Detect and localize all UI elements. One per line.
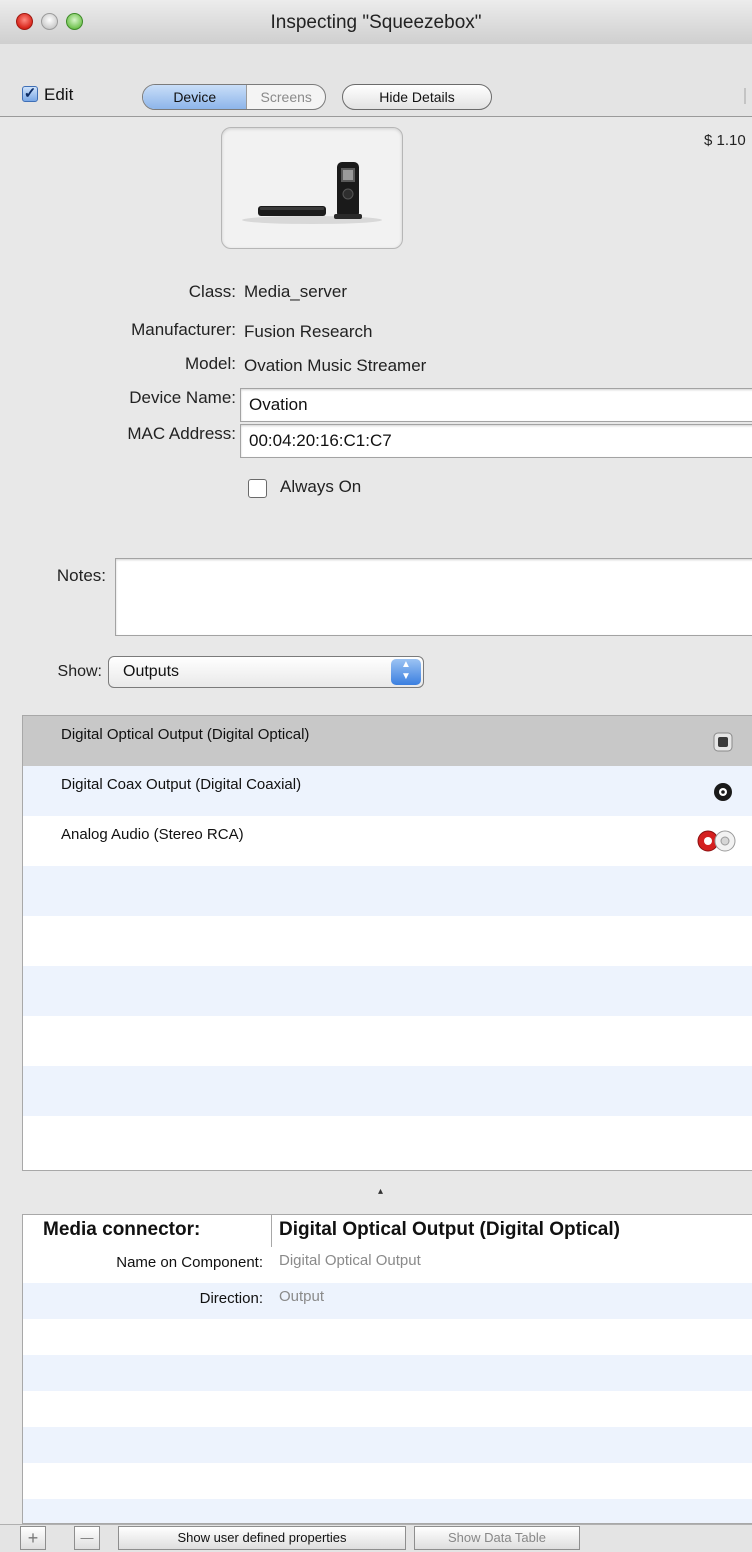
table-empty-row	[23, 1499, 752, 1523]
mac-address-field[interactable]: 00:04:20:16:C1:C7	[240, 424, 752, 458]
device-name-label: Device Name:	[129, 388, 236, 407]
table-empty-row	[23, 1463, 752, 1499]
class-label: Class:	[188, 282, 236, 301]
device-image-well[interactable]	[221, 127, 403, 249]
show-user-defined-properties-button[interactable]: Show user defined properties	[118, 1526, 406, 1550]
optical-connector-icon	[713, 732, 733, 752]
table-row[interactable]: Name on Component: Digital Optical Outpu…	[23, 1247, 752, 1283]
split-view-handle-icon[interactable]: ▴	[378, 1186, 383, 1197]
show-popup-button[interactable]: Outputs ▲ ▼	[108, 656, 424, 688]
list-item[interactable]: Digital Coax Output (Digital Coaxial)	[23, 766, 752, 816]
property-value[interactable]: Digital Optical Output	[279, 1252, 421, 1269]
list-item[interactable]: Analog Audio (Stereo RCA)	[23, 816, 752, 866]
show-selected-value: Outputs	[123, 663, 180, 680]
show-label: Show:	[57, 663, 102, 680]
output-label: Digital Coax Output (Digital Coaxial)	[61, 776, 302, 793]
table-empty-row	[23, 1391, 752, 1427]
price-label: $ 1.10	[704, 132, 746, 149]
model-label: Model:	[184, 354, 236, 373]
remove-property-button[interactable]: —	[74, 1526, 100, 1550]
output-label: Analog Audio (Stereo RCA)	[61, 826, 244, 843]
manufacturer-value: Fusion Research	[244, 322, 373, 341]
window-title: Inspecting "Squeezebox"	[270, 12, 482, 33]
class-value: Media_server	[244, 282, 347, 301]
list-empty-row	[23, 916, 752, 966]
segment-screens[interactable]: Screens	[246, 85, 325, 109]
bottom-bar: + — Show user defined properties Show Da…	[0, 1524, 752, 1552]
notes-label: Notes:	[56, 566, 106, 585]
list-empty-row	[23, 1066, 752, 1116]
always-on-label: Always On	[280, 477, 362, 496]
edit-checkbox[interactable]: ✓	[22, 86, 38, 102]
list-empty-row	[23, 866, 752, 916]
list-empty-row	[23, 966, 752, 1016]
edit-label: Edit	[44, 85, 74, 104]
notes-field[interactable]	[115, 558, 752, 636]
table-empty-row	[23, 1427, 752, 1463]
outputs-list: Digital Optical Output (Digital Optical)…	[22, 715, 752, 1171]
toolbar-truncated-control	[744, 88, 746, 104]
title-bar: Inspecting "Squeezebox"	[0, 0, 752, 45]
table-empty-row	[23, 1355, 752, 1391]
property-label: Name on Component:	[116, 1254, 263, 1271]
rca-stereo-connector-icon	[697, 830, 736, 852]
properties-header: Media connector: Digital Optical Output …	[23, 1215, 752, 1248]
view-segmented-control: Device Screens	[142, 84, 326, 110]
table-row[interactable]: Direction: Output	[23, 1283, 752, 1319]
popup-arrows-icon: ▲ ▼	[391, 659, 421, 685]
media-connector-label: Media connector:	[43, 1219, 201, 1240]
property-label: Direction:	[199, 1290, 263, 1307]
list-empty-row	[23, 1016, 752, 1066]
add-property-button[interactable]: +	[20, 1526, 46, 1550]
output-label: Digital Optical Output (Digital Optical)	[61, 726, 310, 743]
coax-connector-icon	[714, 783, 732, 801]
device-name-field[interactable]: Ovation	[240, 388, 752, 422]
show-data-table-button[interactable]: Show Data Table	[414, 1526, 580, 1550]
segment-device[interactable]: Device	[143, 85, 247, 109]
property-value[interactable]: Output	[279, 1288, 324, 1305]
model-value: Ovation Music Streamer	[244, 356, 427, 375]
properties-table: Media connector: Digital Optical Output …	[22, 1214, 752, 1524]
manufacturer-label: Manufacturer:	[131, 320, 236, 339]
always-on-checkbox[interactable]	[248, 479, 267, 498]
table-empty-row	[23, 1319, 752, 1355]
mac-address-label: MAC Address:	[127, 424, 236, 443]
header-divider	[271, 1215, 272, 1247]
list-empty-row	[23, 1116, 752, 1166]
squeezebox-device-image	[242, 162, 382, 224]
hide-details-button[interactable]: Hide Details	[342, 84, 492, 110]
list-item[interactable]: Digital Optical Output (Digital Optical)	[23, 716, 752, 766]
media-connector-value: Digital Optical Output (Digital Optical)	[279, 1219, 620, 1240]
